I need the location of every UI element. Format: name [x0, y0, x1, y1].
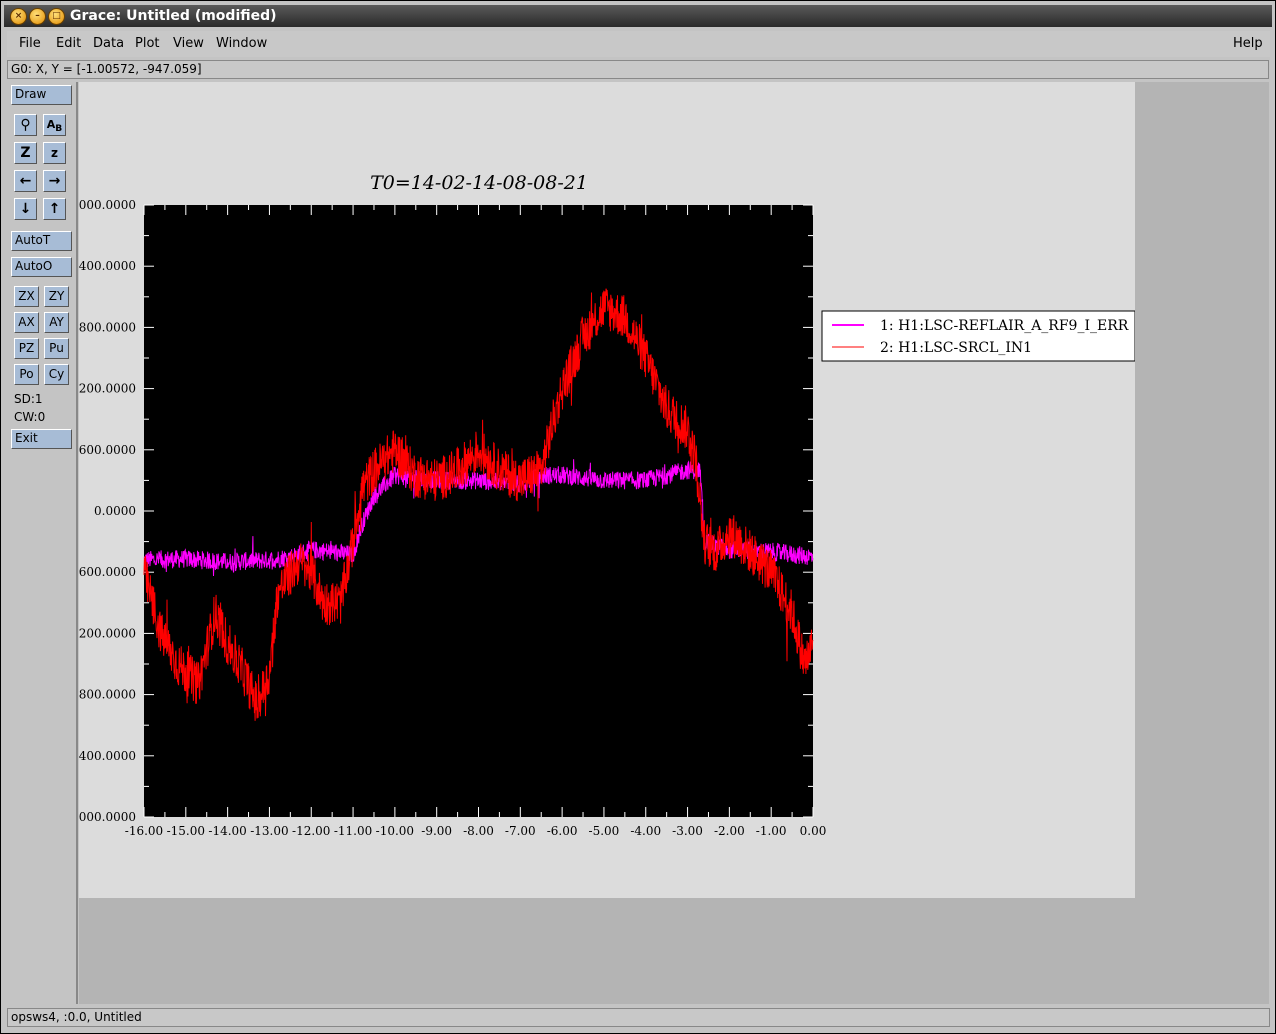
x-tick-label: -10.00 — [376, 824, 414, 838]
autoorder-button[interactable]: AutoO — [11, 257, 72, 277]
canvas-area[interactable]: T0=14-02-14-08-08-21 -16.00 -15.00 -14.00-… — [71, 82, 1269, 1004]
x-tick-label: -14.00 — [208, 824, 246, 838]
menu-view[interactable]: View — [173, 31, 204, 57]
pop-button[interactable]: Po — [14, 364, 39, 385]
y-tick-label: 2400.0000 — [79, 749, 136, 763]
plot-frame[interactable] — [144, 205, 813, 817]
zoom-y-button[interactable]: ZY — [44, 286, 69, 307]
menu-window[interactable]: Window — [216, 31, 267, 57]
y-tick-label: -600.0000 — [79, 565, 136, 579]
y-tick-label: 1200.0000 — [79, 382, 136, 396]
x-tick-label: -4.00 — [630, 824, 661, 838]
push-zoom-button[interactable]: PZ — [14, 338, 39, 359]
x-tick-label: -8.00 — [463, 824, 494, 838]
y-tick-label: 2400.0000 — [79, 259, 136, 273]
y-tick-label: 1200.0000 — [79, 626, 136, 640]
x-tick-label: -6.00 — [547, 824, 578, 838]
grace-window: × – □ Grace: Untitled (modified) File Ed… — [0, 0, 1276, 1034]
draw-button[interactable]: Draw — [11, 85, 72, 105]
window-title: Grace: Untitled (modified) — [70, 8, 277, 24]
exit-button[interactable]: Exit — [11, 429, 72, 449]
x-tick-label: -1.00 — [756, 824, 787, 838]
push-button[interactable]: Pu — [44, 338, 69, 359]
chart-title: T0=14-02-14-08-08-21 — [370, 172, 588, 194]
chart-svg[interactable]: T0=14-02-14-08-08-21 -16.00 -15.00 -14.00-… — [71, 82, 1136, 898]
cycle-button[interactable]: Cy — [44, 364, 69, 385]
menu-plot[interactable]: Plot — [135, 31, 160, 57]
y-tick-label: 1800.0000 — [79, 320, 136, 334]
y-tick-label: 600.0000 — [79, 443, 136, 457]
x-tick-label: -11.00 — [334, 824, 372, 838]
down-arrow-icon[interactable]: ↓ — [14, 198, 37, 220]
x-tick-label: -9.00 — [421, 824, 452, 838]
x-tick-label: -12.00 — [292, 824, 330, 838]
menu-file[interactable]: File — [19, 31, 41, 57]
zoom-x-button[interactable]: ZX — [14, 286, 39, 307]
stack-depth-label: SD:1 — [14, 392, 43, 406]
y-tick-label: 3000.0000 — [79, 198, 136, 212]
minimize-icon[interactable]: – — [29, 8, 46, 25]
text-icon[interactable]: AB — [43, 114, 66, 136]
autoscale-button[interactable]: AutoT — [11, 231, 72, 251]
up-arrow-icon[interactable]: ↑ — [43, 198, 66, 220]
x-tick-label: -7.00 — [505, 824, 536, 838]
left-arrow-icon[interactable]: ← — [14, 170, 37, 192]
current-world-label: CW:0 — [14, 410, 46, 424]
x-tick-label: -3.00 — [672, 824, 703, 838]
zoom-out-icon[interactable]: z — [43, 142, 66, 164]
zoom-in-icon[interactable]: Z — [14, 142, 37, 164]
y-tick-label: 1800.0000 — [79, 688, 136, 702]
maximize-icon[interactable]: □ — [48, 8, 65, 25]
menu-bar: File Edit Data Plot View Window Help — [7, 31, 1270, 57]
title-bar[interactable]: × – □ Grace: Untitled (modified) — [4, 5, 1272, 27]
close-icon[interactable]: × — [10, 8, 27, 25]
coordinate-readout: G0: X, Y = [-1.00572, -947.059] — [7, 60, 1269, 79]
x-tick-label: -16.00 — [125, 824, 163, 838]
y-tick-label: 0.0000 — [94, 504, 136, 518]
status-bar: opsws4, :0.0, Untitled — [7, 1008, 1270, 1027]
x-tick-label: 0.00 — [800, 824, 827, 838]
legend-entry: 1: H1:LSC-REFLAIR_A_RF9_I_ERR — [880, 318, 1129, 334]
legend-entry: 2: H1:LSC-SRCL_IN1 — [880, 340, 1032, 356]
autoscale-y-button[interactable]: AY — [44, 312, 69, 333]
x-tick-label: -5.00 — [589, 824, 620, 838]
y-tick-label: 3000.0000 — [79, 810, 136, 824]
menu-edit[interactable]: Edit — [56, 31, 81, 57]
zoom-icon[interactable]: ⚲ — [14, 114, 37, 136]
x-tick-label: -15.00 — [167, 824, 205, 838]
menu-help[interactable]: Help — [1233, 31, 1263, 57]
x-tick-label: -2.00 — [714, 824, 745, 838]
right-arrow-icon[interactable]: → — [43, 170, 66, 192]
tool-panel: Draw ⚲ AB Z z ← → ↓ ↑ AutoT AutoO ZX ZY … — [8, 82, 78, 1004]
autoscale-x-button[interactable]: AX — [14, 312, 39, 333]
plot-page[interactable]: T0=14-02-14-08-08-21 -16.00 -15.00 -14.00-… — [71, 82, 1136, 898]
x-tick-label: -13.00 — [250, 824, 288, 838]
menu-data[interactable]: Data — [93, 31, 124, 57]
